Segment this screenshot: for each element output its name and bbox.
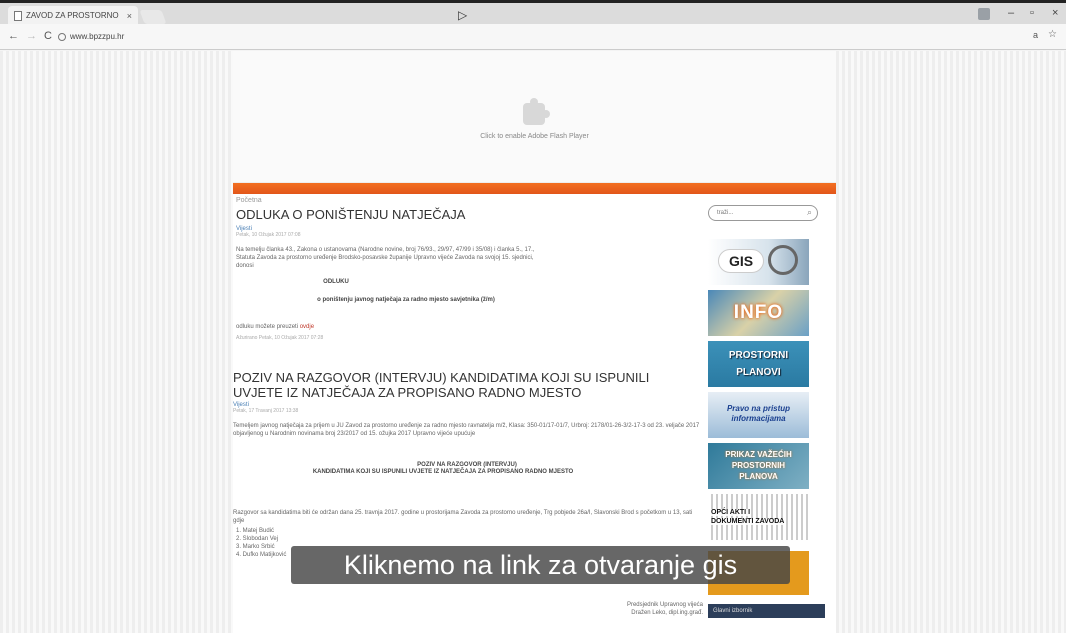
banner-label: DOKUMENTI ZAVODA — [711, 518, 785, 525]
banner-label: Pravo na pristup — [726, 404, 791, 413]
minimize-button[interactable]: – — [1008, 7, 1014, 19]
banner-label: PLANOVA — [739, 472, 778, 481]
pravo-na-pristup-banner-link[interactable]: Pravo na pristup informacijama — [708, 392, 809, 438]
article-title[interactable]: ODLUKA O PONIŠTENJU NATJEČAJA — [236, 207, 701, 222]
article-heading: ODLUKU — [323, 279, 349, 285]
article-intro: Na temelju članka 43., Zakona o ustanova… — [236, 247, 535, 269]
new-tab-button[interactable] — [139, 10, 167, 24]
article-date: Petak, 10 Ožujak 2017 07:08 — [236, 232, 301, 238]
close-tab-icon[interactable]: × — [127, 6, 132, 26]
header-bar — [233, 183, 836, 194]
page-background-right — [836, 51, 1066, 633]
gis-label: GIS — [718, 249, 764, 273]
article-modified: Ažurirano Petak, 10 Ožujak 2017 07:28 — [236, 335, 324, 341]
video-caption: Kliknemo na link za otvaranje gis — [291, 546, 790, 584]
banner-label: PROSTORNIH — [731, 461, 786, 470]
article-download-line: odluku možete preuzeti ovdje — [236, 323, 701, 331]
article-title[interactable]: POZIV NA RAZGOVOR (INTERVJU) KANDIDATIMA… — [233, 370, 701, 400]
reload-button[interactable]: C — [44, 30, 52, 42]
browser-tab-bar: ZAVOD ZA PROSTORNO × ▷ – ▫ × — [0, 0, 1066, 26]
opci-akti-banner-link[interactable]: OPĆI AKTI I DOKUMENTI ZAVODA — [708, 494, 809, 540]
url-field[interactable]: www.bpzzpu.hr — [58, 29, 958, 45]
article-subheading: o poništenju javnog natječaja za radno m… — [317, 297, 495, 303]
signature-line-2: Dražen Leko, dipl.ing.građ. — [631, 610, 703, 616]
prikaz-planova-banner-link[interactable]: PRIKAZ VAŽEĆIH PROSTORNIH PLANOVA — [708, 443, 809, 489]
address-bar: ← → C www.bpzzpu.hr — [0, 24, 1066, 50]
article: POZIV NA RAZGOVOR (INTERVJU) KANDIDATIMA… — [233, 370, 701, 559]
plugin-puzzle-icon — [523, 98, 550, 125]
article-date: Petak, 17 Travanj 2017 13:38 — [233, 408, 299, 414]
page-background-left — [0, 51, 233, 633]
profile-icon[interactable] — [978, 8, 990, 20]
url-text: www.bpzzpu.hr — [70, 32, 125, 41]
tab-title: ZAVOD ZA PROSTORNO — [26, 11, 119, 20]
article-heading: POZIV NA RAZGOVOR (INTERVJU) — [417, 462, 517, 468]
flash-message[interactable]: Click to enable Adobe Flash Player — [233, 133, 836, 140]
article-paragraph: Razgovor sa kandidatima biti će održan d… — [233, 510, 693, 524]
signature-line-1: Predsjednik Upravnog vijeća — [626, 602, 703, 608]
banner-label: OPĆI AKTI I — [711, 509, 751, 516]
banner-label: informacijama — [731, 414, 786, 423]
list-item: 2. Slobodan Vej — [236, 536, 279, 542]
gis-banner-link[interactable]: GIS — [708, 239, 809, 285]
article-intro: Temeljem javnog natječaja za prijem u JU… — [233, 423, 700, 437]
magnifier-icon — [768, 245, 798, 275]
search-input[interactable]: traži... ⌕ — [708, 205, 818, 221]
prostorni-planovi-banner-link[interactable]: PROSTORNI PLANOVI — [708, 341, 809, 387]
document-icon — [14, 11, 22, 21]
flash-placeholder[interactable]: Click to enable Adobe Flash Player — [233, 51, 836, 183]
article: ODLUKA O PONIŠTENJU NATJEČAJA Vijesti Pe… — [236, 207, 701, 341]
mouse-cursor-icon: ▷ — [458, 8, 468, 22]
download-prefix: odluku možete preuzeti — [236, 324, 299, 330]
info-label: INFO — [733, 302, 784, 323]
site-info-icon[interactable] — [58, 33, 66, 41]
download-link[interactable]: ovdje — [300, 324, 314, 330]
signature: Predsjednik Upravnog vijeća Dražen Leko,… — [598, 601, 703, 617]
bookmark-star-icon[interactable]: ☆ — [1048, 29, 1057, 40]
maximize-button[interactable]: ▫ — [1030, 7, 1034, 19]
search-icon[interactable]: ⌕ — [807, 207, 812, 218]
forward-button[interactable]: → — [26, 30, 37, 42]
banner-label: PROSTORNI — [728, 350, 789, 361]
search-placeholder: traži... — [717, 210, 734, 216]
translate-icon[interactable]: a — [1033, 30, 1038, 40]
main-menu-button[interactable]: Glavni izbornik — [708, 604, 825, 618]
back-button[interactable]: ← — [8, 30, 19, 42]
article-subheading: KANDIDATIMA KOJI SU ISPUNILI UVJETE IZ N… — [312, 469, 574, 475]
banner-label: PLANOVI — [736, 367, 781, 378]
list-item: 1. Matej Budić — [236, 528, 275, 534]
browser-tab[interactable]: ZAVOD ZA PROSTORNO × — [8, 6, 138, 26]
info-banner-link[interactable]: INFO — [708, 290, 809, 336]
banner-label: PRIKAZ VAŽEĆIH — [725, 450, 792, 459]
close-window-button[interactable]: × — [1052, 7, 1058, 19]
